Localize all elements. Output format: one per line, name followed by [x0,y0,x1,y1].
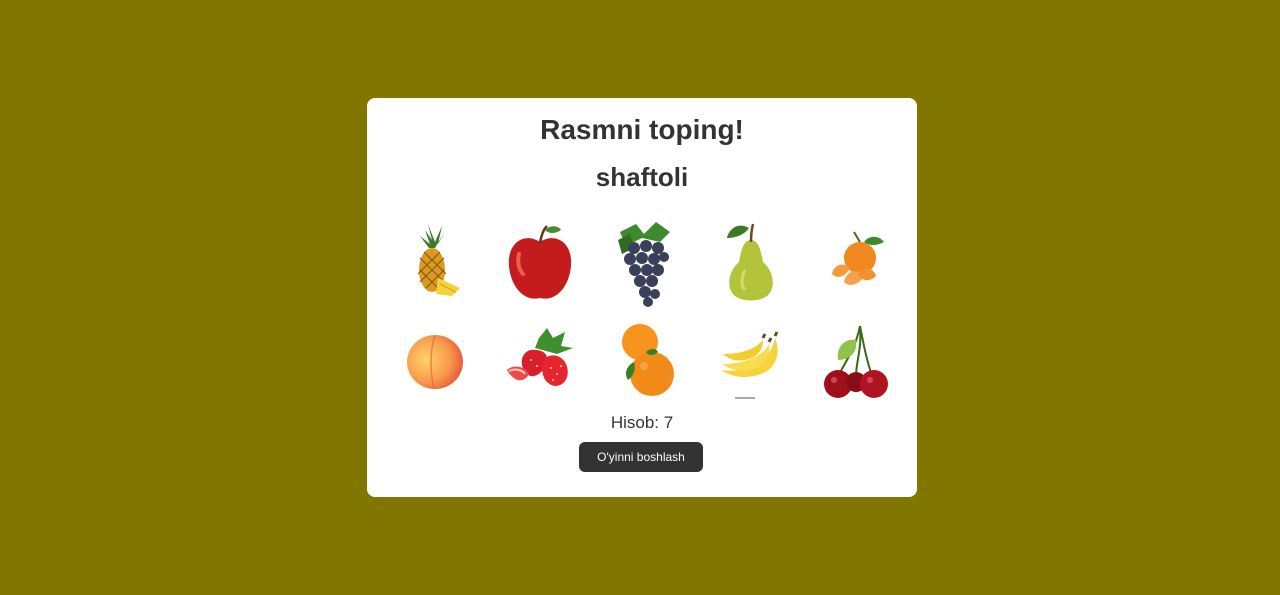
fruit-grid [390,218,900,408]
banana-icon [721,331,779,399]
apple-icon [508,225,572,299]
target-word: shaftoli [595,162,689,192]
score-display: Hisob: 7 [610,413,674,432]
orange-icon [622,324,674,396]
fruit-tile-cherry[interactable] [810,318,900,408]
cherry-icon [824,325,888,398]
fruit-tile-tangerine[interactable] [810,218,900,308]
grapes-icon [618,222,670,307]
fruit-tile-pear[interactable] [705,218,795,308]
fruit-tile-strawberry[interactable] [495,318,585,408]
strawberry-icon [507,328,573,386]
game-title: Rasmni toping! [540,114,744,145]
fruit-tile-apple[interactable] [495,218,585,308]
fruit-tile-peach[interactable] [390,318,480,408]
fruit-tile-pineapple[interactable] [390,218,480,308]
fruit-tile-orange[interactable] [600,318,690,408]
pear-icon [727,223,773,301]
fruit-tile-grapes[interactable] [600,218,690,308]
fruit-tile-banana[interactable] [705,318,795,408]
peach-icon [407,335,463,389]
game-card: Rasmni toping! shaftoli Hisob: 7 O'yinni… [367,98,917,497]
tangerine-icon [832,231,884,285]
start-game-button[interactable]: O'yinni boshlash [579,442,703,472]
pineapple-icon [417,224,460,296]
